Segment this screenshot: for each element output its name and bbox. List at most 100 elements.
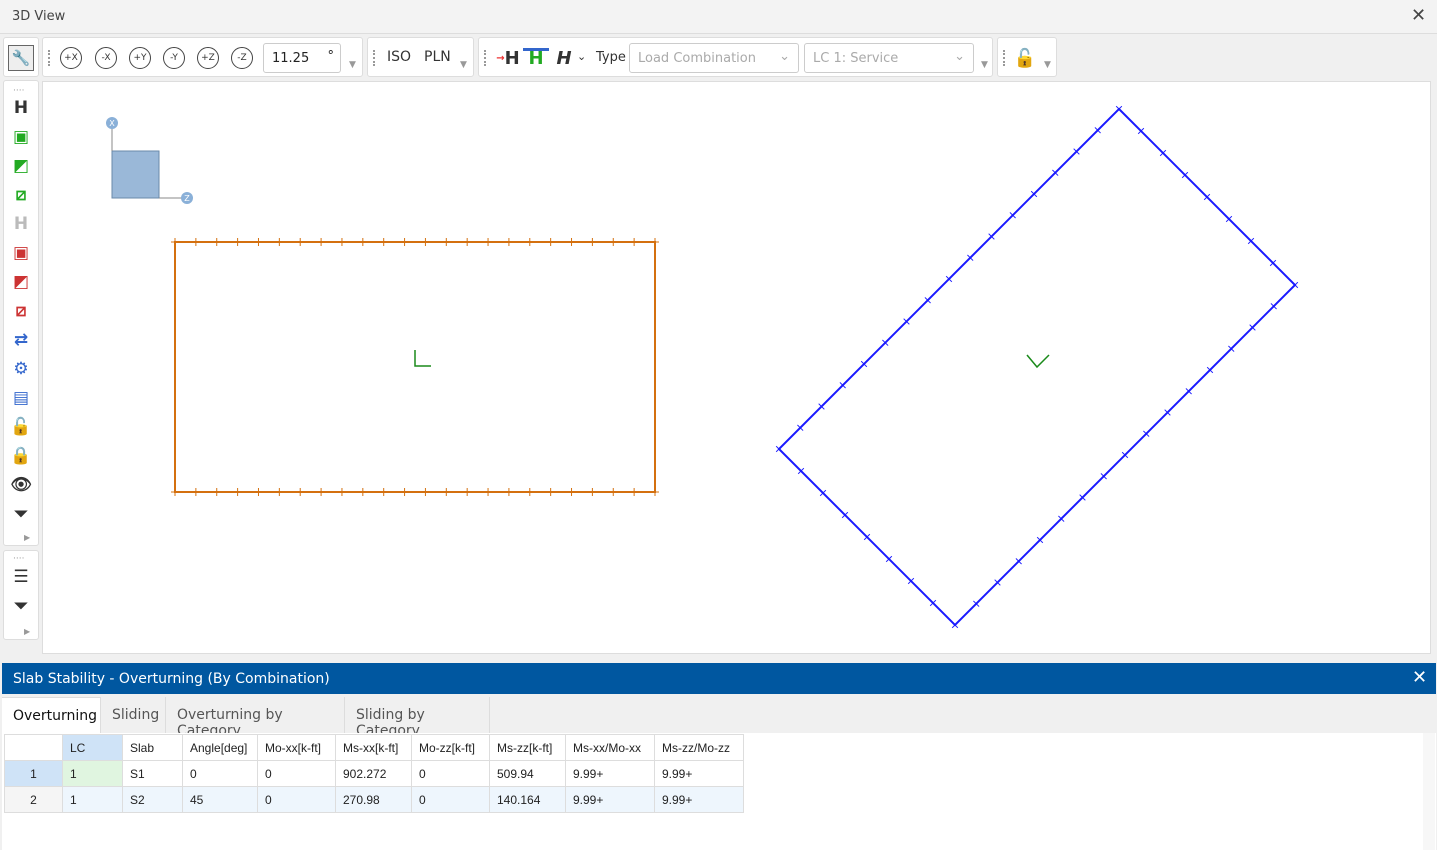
chevron-down-icon[interactable]: ⌄ xyxy=(577,50,586,63)
row-number[interactable]: 2 xyxy=(5,787,63,813)
cell[interactable]: S1 xyxy=(123,761,183,787)
load-case-select[interactable]: LC 1: Service⌄ xyxy=(804,43,974,73)
unlock-icon[interactable]: 🔓 xyxy=(10,417,32,439)
slab-s1 xyxy=(171,238,659,496)
cell[interactable]: 270.98 xyxy=(336,787,412,813)
toolbar-grip[interactable]: ···· xyxy=(13,86,24,96)
slab-outline xyxy=(175,242,655,492)
tab-sliding[interactable]: Sliding xyxy=(101,697,166,733)
rotate-minus-z-button[interactable]: -Z xyxy=(229,45,255,71)
slab-box-icon[interactable]: ▣ xyxy=(10,127,32,149)
close-panel-icon[interactable]: ✕ xyxy=(1412,667,1427,688)
cell[interactable]: S2 xyxy=(123,787,183,813)
lock-n-icon[interactable]: 🔓 xyxy=(1012,45,1038,71)
rotate-plus-z-button[interactable]: +Z xyxy=(195,45,221,71)
list-icon[interactable]: ☰ xyxy=(10,567,32,589)
wrench-icon[interactable]: 🔧 xyxy=(8,45,34,71)
settings-icon[interactable]: ⚙ xyxy=(10,359,32,381)
expand-icon[interactable]: ▶ xyxy=(24,533,30,542)
table-row: 1 1 S1 0 0 902.272 0 509.94 9.99+ 9.99+ xyxy=(5,761,744,787)
cell[interactable]: 902.272 xyxy=(336,761,412,787)
tab-overturning-by-category[interactable]: Overturning by Category xyxy=(166,697,345,733)
toolbar-grip[interactable] xyxy=(373,50,375,66)
col-ratio-zz[interactable]: Ms-zz/Mo-zz xyxy=(655,735,744,761)
slab-line-red-icon[interactable]: ⧄ xyxy=(10,301,32,323)
rotate-minus-x-button[interactable]: -X xyxy=(93,45,119,71)
rotate-plus-x-button[interactable]: +X xyxy=(58,45,84,71)
local-axes-s2 xyxy=(1027,355,1049,367)
type-value: Load Combination xyxy=(638,51,756,66)
col-slab[interactable]: Slab xyxy=(123,735,183,761)
toolbar-grip[interactable]: ···· xyxy=(13,554,24,564)
swap-icon[interactable]: ⇄ xyxy=(10,330,32,352)
slab-line-icon[interactable]: ⧄ xyxy=(10,185,32,207)
col-mo-zz[interactable]: Mo-zz[k-ft] xyxy=(412,735,490,761)
plan-view-button[interactable]: PLN xyxy=(424,49,451,65)
cell[interactable]: 509.94 xyxy=(490,761,566,787)
tab-overturning[interactable]: Overturning xyxy=(2,697,101,733)
gizmo-x-label: X xyxy=(109,119,115,128)
cell[interactable]: 1 xyxy=(63,787,123,813)
cell[interactable]: 0 xyxy=(258,761,336,787)
cell[interactable]: 0 xyxy=(412,787,490,813)
cell[interactable]: 0 xyxy=(258,787,336,813)
toolbar-grip[interactable] xyxy=(1003,50,1005,66)
toolbar-overflow-icon[interactable]: ▼ xyxy=(981,60,988,70)
cell[interactable]: 9.99+ xyxy=(655,787,744,813)
left-toolbar-2: ···· ☰ ⏷ ▶ xyxy=(3,550,39,640)
rotate-label: +X xyxy=(60,47,82,69)
slab-disabled-icon[interactable]: H xyxy=(10,214,32,236)
row-number[interactable]: 1 xyxy=(5,761,63,787)
slab-icon[interactable]: H xyxy=(10,98,32,120)
rotation-angle-input[interactable]: 11.25 ° xyxy=(263,43,341,73)
cell[interactable]: 9.99+ xyxy=(655,761,744,787)
slab-box-red-icon[interactable]: ▣ xyxy=(10,243,32,265)
toolbar-overflow-icon[interactable]: ▼ xyxy=(349,60,356,70)
rotate-label: +Y xyxy=(129,47,151,69)
filter-list-icon[interactable]: ⏷ xyxy=(10,596,32,618)
lock-view-icon[interactable]: 🔒 xyxy=(10,446,32,468)
slab-edit-red-icon[interactable]: ◩ xyxy=(10,272,32,294)
vertical-scrollbar[interactable] xyxy=(1423,733,1435,850)
rotate-plus-y-button[interactable]: +Y xyxy=(127,45,153,71)
slab-color-icon[interactable]: H xyxy=(523,48,549,66)
eye-icon[interactable]: 👁 xyxy=(10,475,32,497)
iso-view-button[interactable]: ISO xyxy=(387,49,411,65)
table-row: 2 1 S2 45 0 270.98 0 140.164 9.99+ 9.99+ xyxy=(5,787,744,813)
cell[interactable]: 9.99+ xyxy=(566,787,655,813)
expand-icon[interactable]: ▶ xyxy=(24,627,30,636)
col-lc[interactable]: LC xyxy=(63,735,123,761)
col-ms-zz[interactable]: Ms-zz[k-ft] xyxy=(490,735,566,761)
toolbar-overflow-icon[interactable]: ▼ xyxy=(1044,60,1051,70)
view-toolbar: ISO PLN ▼ xyxy=(367,37,474,77)
col-ms-xx[interactable]: Ms-xx[k-ft] xyxy=(336,735,412,761)
rotate-minus-y-button[interactable]: -Y xyxy=(161,45,187,71)
toolbar-grip[interactable] xyxy=(484,50,486,66)
cell[interactable]: 1 xyxy=(63,761,123,787)
load-arrows-icon[interactable]: →H xyxy=(495,45,521,71)
cell[interactable]: 0 xyxy=(183,761,258,787)
cell[interactable]: 9.99+ xyxy=(566,761,655,787)
cell[interactable]: 140.164 xyxy=(490,787,566,813)
save-view-icon[interactable]: ▤ xyxy=(10,388,32,410)
cell[interactable]: 45 xyxy=(183,787,258,813)
tab-sliding-by-category[interactable]: Sliding by Category xyxy=(345,697,490,733)
filter-icon[interactable]: ⏷ xyxy=(10,504,32,526)
slab-edit-icon[interactable]: ◩ xyxy=(10,156,32,178)
render-mode-icon[interactable]: H xyxy=(551,45,577,71)
gizmo-plane xyxy=(112,151,159,198)
scene-canvas[interactable]: X Z xyxy=(43,82,1432,655)
select-all-corner[interactable] xyxy=(5,735,63,761)
close-window-icon[interactable]: ✕ xyxy=(1411,5,1426,26)
toolbar-overflow-icon[interactable]: ▼ xyxy=(460,60,467,70)
col-mo-xx[interactable]: Mo-xx[k-ft] xyxy=(258,735,336,761)
rotate-toolbar: +X -X +Y -Y +Z -Z 11.25 ° ▼ xyxy=(42,37,363,77)
cell[interactable]: 0 xyxy=(412,761,490,787)
table-header-row: LC Slab Angle[deg] Mo-xx[k-ft] Ms-xx[k-f… xyxy=(5,735,744,761)
type-select[interactable]: Load Combination⌄ xyxy=(629,43,799,73)
toolbar-grip[interactable] xyxy=(48,50,50,66)
3d-viewport[interactable]: X Z xyxy=(42,81,1431,654)
col-angle[interactable]: Angle[deg] xyxy=(183,735,258,761)
angle-value: 11.25 xyxy=(272,51,309,66)
col-ratio-xx[interactable]: Ms-xx/Mo-xx xyxy=(566,735,655,761)
